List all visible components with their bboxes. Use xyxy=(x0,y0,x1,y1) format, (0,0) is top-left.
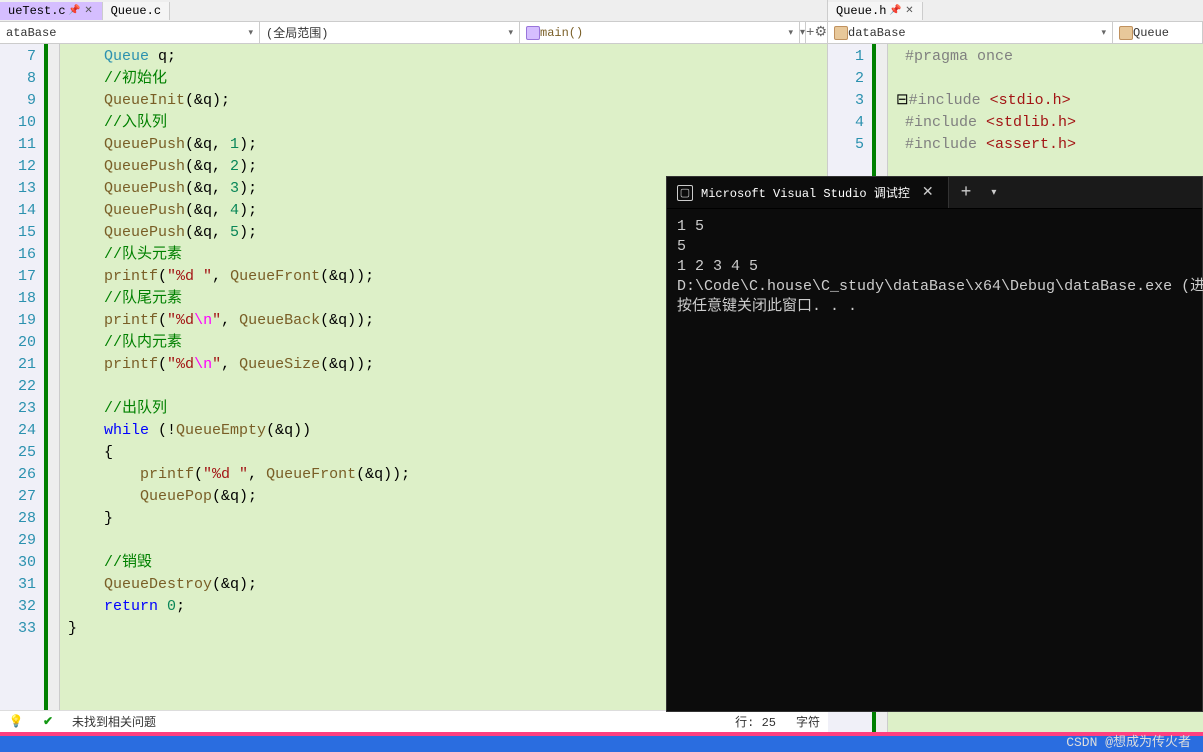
chevron-down-icon: ▾ xyxy=(788,28,793,38)
struct-icon xyxy=(1119,26,1133,40)
scope-dropdown[interactable]: (全局范围) ▾ xyxy=(260,22,520,43)
scope-text: main() xyxy=(540,26,583,40)
project-dropdown[interactable]: ataBase ▾ xyxy=(0,22,260,43)
close-icon[interactable]: ✕ xyxy=(918,184,938,201)
chevron-down-icon: ▾ xyxy=(1101,28,1106,38)
tab-queue-c[interactable]: Queue.c xyxy=(103,2,170,20)
terminal-titlebar[interactable]: ▢ Microsoft Visual Studio 调试控 ✕ + ▾ xyxy=(667,177,1202,209)
status-bar: 💡 ✔ 未找到相关问题 行: 25 字符 xyxy=(0,710,828,732)
close-icon[interactable]: ✕ xyxy=(84,6,94,16)
terminal-tab[interactable]: ▢ Microsoft Visual Studio 调试控 ✕ xyxy=(667,177,949,208)
window-bottom-border xyxy=(0,732,1203,752)
pin-icon[interactable]: 📌 xyxy=(890,6,900,16)
chevron-down-icon: ▾ xyxy=(248,28,253,38)
tab-label: Queue.h xyxy=(836,4,886,18)
function-icon xyxy=(526,26,540,40)
right-scope-bar: dataBase ▾ Queue xyxy=(828,22,1203,44)
tab-label: ueTest.c xyxy=(8,4,66,18)
left-tab-bar: ueTest.c 📌 ✕ Queue.c xyxy=(0,0,827,22)
tab-dropdown-icon[interactable]: ▾ xyxy=(983,187,1004,199)
issues-text[interactable]: 未找到相关问题 xyxy=(72,713,156,730)
chevron-down-icon: ▾ xyxy=(508,28,513,38)
bulb-icon[interactable]: 💡 xyxy=(8,714,24,730)
right-tab-bar: Queue.h 📌 ✕ xyxy=(828,0,1203,22)
line-gutter: 7891011121314151617181920212223242526272… xyxy=(0,44,48,732)
char-indicator[interactable]: 字符 xyxy=(796,713,820,730)
line-indicator[interactable]: 行: 25 xyxy=(735,713,776,730)
terminal-output[interactable]: 1 5 5 1 2 3 4 5 D:\Code\C.house\C_study\… xyxy=(667,209,1202,325)
pin-icon[interactable]: 📌 xyxy=(70,6,80,16)
watermark: CSDN @想成为传火者 xyxy=(1066,731,1191,750)
scope-text: dataBase xyxy=(848,26,906,40)
scope-text: ataBase xyxy=(6,26,56,40)
terminal-title: Microsoft Visual Studio 调试控 xyxy=(701,184,910,201)
settings-button[interactable]: ⚙ xyxy=(814,22,827,43)
struct-dropdown[interactable]: Queue xyxy=(1113,22,1203,43)
check-icon: ✔ xyxy=(40,714,56,730)
left-scope-bar: ataBase ▾ (全局范围) ▾ main() ▾ ▾ + ⚙ xyxy=(0,22,827,44)
tab-uetest[interactable]: ueTest.c 📌 ✕ xyxy=(0,2,103,20)
fold-gutter[interactable] xyxy=(48,44,60,732)
tab-queue-h[interactable]: Queue.h 📌 ✕ xyxy=(828,2,923,20)
new-tab-button[interactable]: + xyxy=(949,183,984,203)
tab-label: Queue.c xyxy=(111,4,161,18)
terminal-window: ▢ Microsoft Visual Studio 调试控 ✕ + ▾ 1 5 … xyxy=(666,176,1203,712)
scope-text: (全局范围) xyxy=(266,24,328,41)
namespace-icon xyxy=(834,26,848,40)
add-tab-button[interactable]: + xyxy=(805,22,814,43)
function-dropdown[interactable]: main() ▾ xyxy=(520,22,800,43)
project-dropdown[interactable]: dataBase ▾ xyxy=(828,22,1113,43)
accent-strip xyxy=(0,732,1203,736)
scope-text: Queue xyxy=(1133,26,1169,40)
console-icon: ▢ xyxy=(677,185,693,201)
close-icon[interactable]: ✕ xyxy=(904,6,914,16)
